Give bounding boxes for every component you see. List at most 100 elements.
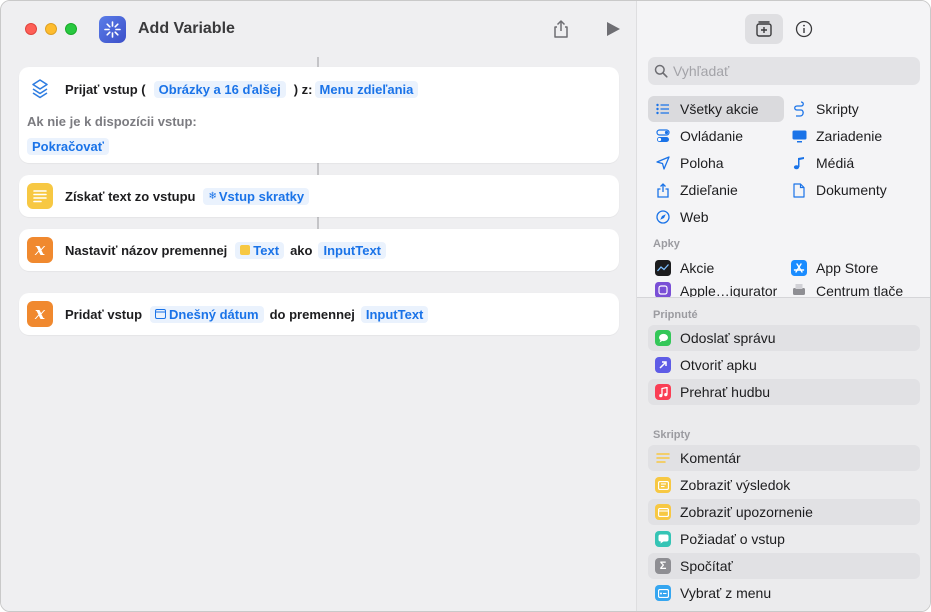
category-label: Zdieľanie <box>680 182 738 198</box>
app-label: Akcie <box>680 260 715 276</box>
category-label: Dokumenty <box>816 182 887 198</box>
action-label: do premennej <box>269 306 355 322</box>
script-choose-from-menu[interactable]: Vybrať z menu <box>648 580 920 606</box>
text-variable-token[interactable]: Text <box>235 241 285 259</box>
shortcut-input-mini-icon: ❄ <box>208 190 217 202</box>
pinned-section-header: Pripnuté <box>653 309 698 321</box>
action-library-pane: Všetky akcie Ovládanie Poloha Zdieľanie <box>636 1 930 611</box>
script-calculate[interactable]: Σ Spočítať <box>648 553 920 579</box>
receive-input-icon <box>27 76 53 102</box>
app-stocks[interactable]: Akcie <box>654 255 714 281</box>
category-control-flow[interactable]: Ovládanie <box>654 123 743 149</box>
category-label: Všetky akcie <box>680 101 759 117</box>
library-tab-button[interactable] <box>745 14 783 44</box>
menu-icon <box>655 585 671 601</box>
ask-input-icon <box>655 531 671 547</box>
category-all-actions[interactable]: Všetky akcie <box>648 96 784 122</box>
messages-icon <box>655 330 671 346</box>
scripts-section-header: Skripty <box>653 429 691 441</box>
pinned-open-app[interactable]: Otvoriť apku <box>648 352 920 378</box>
shortcut-input-token[interactable]: ❄ Vstup skratky <box>203 187 310 205</box>
zoom-button[interactable] <box>65 23 77 35</box>
script-comment[interactable]: Komentár <box>648 445 920 471</box>
action-label: Otvoriť apku <box>680 357 757 373</box>
current-date-token[interactable]: Dnešný dátum <box>150 305 264 323</box>
share-icon[interactable] <box>550 18 572 40</box>
play-icon[interactable] <box>604 20 622 38</box>
category-label: Skripty <box>816 101 859 117</box>
action-receive-input[interactable]: Prijať vstup ( Obrázky a 16 ďalšej ) z: … <box>19 67 619 163</box>
action-label: Požiadať o vstup <box>680 531 785 547</box>
category-documents[interactable]: Dokumenty <box>790 177 887 203</box>
printer-app-icon <box>790 282 808 297</box>
document-icon <box>790 182 808 198</box>
apps-section-header: Apky <box>653 238 680 250</box>
list-icon <box>654 103 672 115</box>
pinned-play-music[interactable]: Prehrať hudbu <box>648 379 920 405</box>
share-icon <box>654 182 672 198</box>
variable-name-token[interactable]: InputText <box>360 305 429 323</box>
details-tab-button[interactable] <box>785 14 823 44</box>
app-app-store[interactable]: App Store <box>790 255 878 281</box>
app-print-center[interactable]: Centrum tlače <box>790 282 903 297</box>
variable-name-token[interactable]: InputText <box>318 241 386 259</box>
category-web[interactable]: Web <box>654 204 709 230</box>
pinned-send-message[interactable]: Odoslať správu <box>648 325 920 351</box>
action-label: Odoslať správu <box>680 330 776 346</box>
comment-lines-icon <box>655 450 671 466</box>
action-label: ) z: <box>293 81 313 97</box>
shortcut-icon[interactable] <box>99 16 126 43</box>
action-label: Zobraziť výsledok <box>680 477 791 493</box>
action-get-text[interactable]: Získať text zo vstupu ❄ Vstup skratky <box>19 175 619 217</box>
close-button[interactable] <box>25 23 37 35</box>
library-suggestions: Pripnuté Odoslať správu Otvoriť apku Pre… <box>637 298 930 611</box>
fallback-label: Ak nie je k dispozícii vstup: <box>27 114 197 129</box>
shortcuts-window: Add Variable Prijať vstup (Obrázky a 16… <box>0 0 931 612</box>
action-add-to-variable[interactable]: x Pridať vstup Dnešný dátum do premennej… <box>19 293 619 335</box>
sigma-icon: Σ <box>655 558 671 574</box>
library-add-icon <box>756 21 772 37</box>
category-media[interactable]: Médiá <box>790 150 854 176</box>
title-bar: Add Variable <box>1 1 636 57</box>
input-types-token[interactable]: Obrázky a 16 ďalšej <box>153 80 286 98</box>
info-icon <box>795 20 813 38</box>
category-device[interactable]: Zariadenie <box>790 123 882 149</box>
category-scripting[interactable]: Skripty <box>790 96 859 122</box>
category-sharing[interactable]: Zdieľanie <box>654 177 738 203</box>
app-apple-configurator[interactable]: Apple…igurator <box>654 282 777 297</box>
flow-connector <box>317 217 319 229</box>
app-store-icon <box>790 260 808 276</box>
script-show-alert[interactable]: Zobraziť upozornenie <box>648 499 920 525</box>
script-ask-for-input[interactable]: Požiadať o vstup <box>648 526 920 552</box>
category-label: Web <box>680 209 709 225</box>
script-show-result[interactable]: Zobraziť výsledok <box>648 472 920 498</box>
shortcut-title[interactable]: Add Variable <box>138 20 235 38</box>
flow-connector <box>317 57 319 67</box>
category-label: Médiá <box>816 155 855 171</box>
action-label: Pridať vstup <box>65 306 143 322</box>
show-result-icon <box>655 477 671 493</box>
category-label: Zariadenie <box>816 128 883 144</box>
search-input[interactable] <box>673 63 913 79</box>
action-label: Vybrať z menu <box>680 585 772 601</box>
variable-x-icon: x <box>27 301 53 327</box>
input-source-token[interactable]: Menu zdieľania <box>314 80 419 98</box>
flow-connector <box>317 163 319 175</box>
alert-icon <box>655 504 671 520</box>
configurator-app-icon <box>654 282 672 297</box>
toggle-icon <box>654 129 672 143</box>
display-icon <box>790 130 808 143</box>
app-label: Centrum tlače <box>816 283 904 297</box>
fallback-token[interactable]: Pokračovať <box>27 137 109 155</box>
stocks-app-icon <box>654 260 672 276</box>
search-field[interactable] <box>648 57 920 85</box>
category-location[interactable]: Poloha <box>654 150 724 176</box>
action-set-variable[interactable]: x Nastaviť názov premennej Text ako Inpu… <box>19 229 619 271</box>
music-icon <box>655 384 671 400</box>
action-label: Prijať vstup ( <box>65 81 146 97</box>
minimize-button[interactable] <box>45 23 57 35</box>
category-label: Poloha <box>680 155 724 171</box>
variable-x-icon: x <box>27 237 53 263</box>
music-note-icon <box>790 156 808 170</box>
text-icon <box>27 183 53 209</box>
